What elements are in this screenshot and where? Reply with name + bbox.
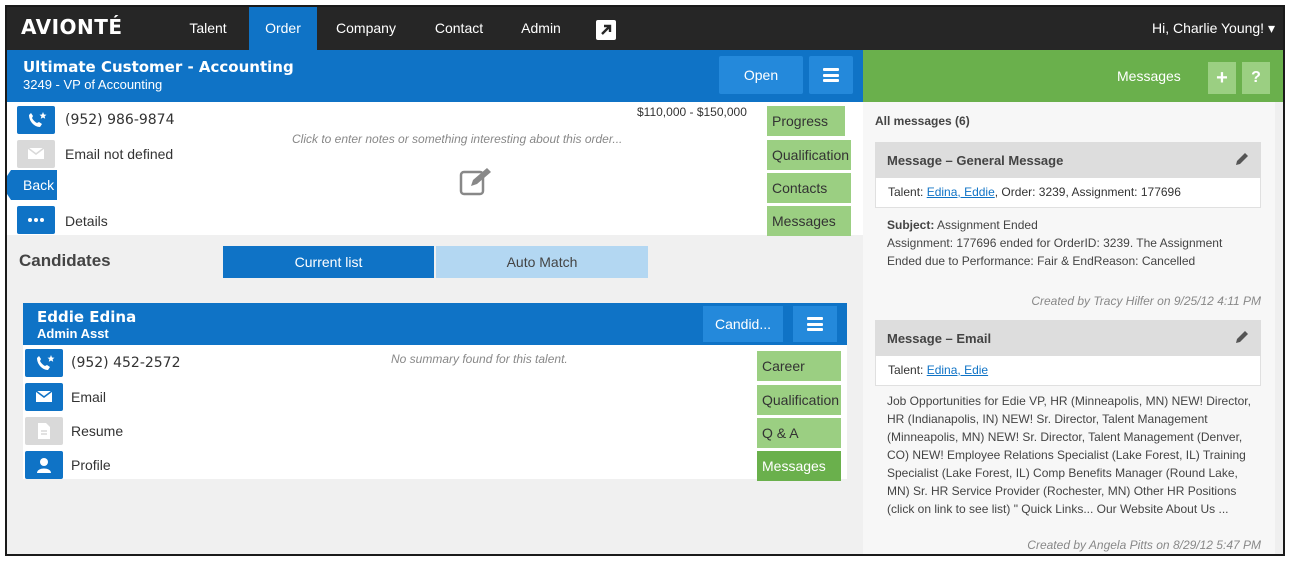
nav-order[interactable]: Order <box>249 7 317 50</box>
tab-progress[interactable]: Progress <box>767 106 845 136</box>
candidate-header: Eddie Edina Admin Asst Candid... <box>23 303 847 345</box>
auto-match-button[interactable]: Auto Match <box>436 246 648 278</box>
candidate-resume[interactable]: Resume <box>71 423 123 439</box>
tag-suffix: , Order: 3239, Assignment: 177696 <box>994 185 1181 199</box>
add-message-button[interactable]: + <box>1208 62 1236 94</box>
more-dots-icon[interactable] <box>17 206 55 234</box>
external-link-icon[interactable] <box>596 20 616 40</box>
candidate-profile[interactable]: Profile <box>71 457 111 473</box>
order-email: Email not defined <box>65 146 174 162</box>
salary-range: $110,000 - $150,000 <box>637 105 747 119</box>
subject-text: Assignment Ended <box>934 218 1038 232</box>
tab-messages[interactable]: Messages <box>767 206 851 236</box>
candidate-panel: (952) 452-2572 Email Resume Profile No s… <box>23 345 847 481</box>
open-status-button[interactable]: Open <box>719 56 803 94</box>
logo: AVIONTÉ <box>21 15 123 39</box>
message-card-header[interactable]: Message – Email <box>875 320 1261 356</box>
edit-notes-icon[interactable] <box>459 166 493 201</box>
nav-talent[interactable]: Talent <box>177 7 239 50</box>
pencil-icon[interactable] <box>1235 330 1249 344</box>
candidate-email[interactable]: Email <box>71 389 106 405</box>
message-tag: Talent: Edina, Eddie, Order: 3239, Assig… <box>875 178 1261 208</box>
candidate-name[interactable]: Eddie Edina <box>37 308 136 326</box>
message-text: Job Opportunities for Edie VP, HR (Minne… <box>887 394 1251 516</box>
message-meta: Created by Angela Pitts on 8/29/12 5:47 … <box>1021 538 1261 552</box>
subject-label: Subject: <box>887 218 935 232</box>
tab-qualification[interactable]: Qualification <box>767 140 851 170</box>
pencil-icon[interactable] <box>1235 152 1249 166</box>
message-tag: Talent: Edina, Edie <box>875 356 1261 386</box>
phone-star-icon[interactable] <box>25 349 63 377</box>
order-phone[interactable]: (952) 986-9874 <box>65 112 175 128</box>
resume-icon[interactable] <box>25 417 63 445</box>
help-button[interactable]: ? <box>1242 62 1270 94</box>
candidates-heading: Candidates <box>19 251 111 270</box>
nav-company[interactable]: Company <box>325 7 407 50</box>
order-header: Ultimate Customer - Accounting 3249 - VP… <box>7 50 863 102</box>
message-card-header[interactable]: Message – General Message <box>875 142 1261 178</box>
message-body-clip: Job Opportunities for Edie VP, HR (Minne… <box>887 392 1253 536</box>
nav-admin[interactable]: Admin <box>511 7 571 50</box>
menu-icon <box>807 317 823 331</box>
email-icon[interactable] <box>25 383 63 411</box>
order-detail-panel: (952) 986-9874 Email not defined Back De… <box>7 102 863 236</box>
current-list-button[interactable]: Current list <box>223 246 434 278</box>
message-meta: Created by Tracy Hilfer on 9/25/12 4:11 … <box>1031 294 1261 308</box>
message-title: Message – General Message <box>887 153 1064 168</box>
message-title: Message – Email <box>887 331 992 346</box>
profile-icon[interactable] <box>25 451 63 479</box>
messages-count: All messages (6) <box>875 114 970 128</box>
tab-qa[interactable]: Q & A <box>757 418 841 448</box>
talent-link[interactable]: Edina, Eddie <box>927 185 995 199</box>
messages-header: Messages + ? <box>863 50 1283 102</box>
tab-qualification[interactable]: Qualification <box>757 385 841 415</box>
email-icon[interactable] <box>17 140 55 168</box>
order-title: Ultimate Customer - Accounting <box>23 58 294 76</box>
candidate-menu-button[interactable] <box>793 306 837 342</box>
candidate-status-button[interactable]: Candid... <box>703 306 783 342</box>
messages-panel: All messages (6) Message – General Messa… <box>863 102 1283 554</box>
candidate-phone[interactable]: (952) 452-2572 <box>71 355 181 371</box>
user-greeting[interactable]: Hi, Charlie Young! ▾ <box>1152 7 1275 50</box>
tab-contacts[interactable]: Contacts <box>767 173 851 203</box>
tag-prefix: Talent: <box>888 185 927 199</box>
tab-messages[interactable]: Messages <box>757 451 841 481</box>
candidate-summary: No summary found for this talent. <box>391 352 568 366</box>
candidate-position: Admin Asst <box>37 326 109 341</box>
tab-career[interactable]: Career <box>757 351 841 381</box>
back-button[interactable]: Back <box>7 170 57 200</box>
order-menu-button[interactable] <box>809 56 853 94</box>
messages-title: Messages <box>1117 68 1181 84</box>
phone-star-icon[interactable] <box>17 106 55 134</box>
tag-prefix: Talent: <box>888 363 927 377</box>
talent-link[interactable]: Edina, Edie <box>927 363 988 377</box>
order-notes[interactable]: Click to enter notes or something intere… <box>292 132 622 146</box>
top-nav: AVIONTÉ Talent Order Company Contact Adm… <box>7 7 1283 50</box>
message-body: Subject: Assignment Ended Assignment: 17… <box>887 216 1253 270</box>
app-frame: AVIONTÉ Talent Order Company Contact Adm… <box>5 5 1285 556</box>
messages-scrollbar[interactable] <box>1275 102 1283 554</box>
menu-icon <box>823 68 839 82</box>
order-subtitle: 3249 - VP of Accounting <box>23 77 163 92</box>
details-link[interactable]: Details <box>65 213 108 229</box>
message-text: Assignment: 177696 ended for OrderID: 32… <box>887 236 1223 268</box>
nav-contact[interactable]: Contact <box>423 7 495 50</box>
